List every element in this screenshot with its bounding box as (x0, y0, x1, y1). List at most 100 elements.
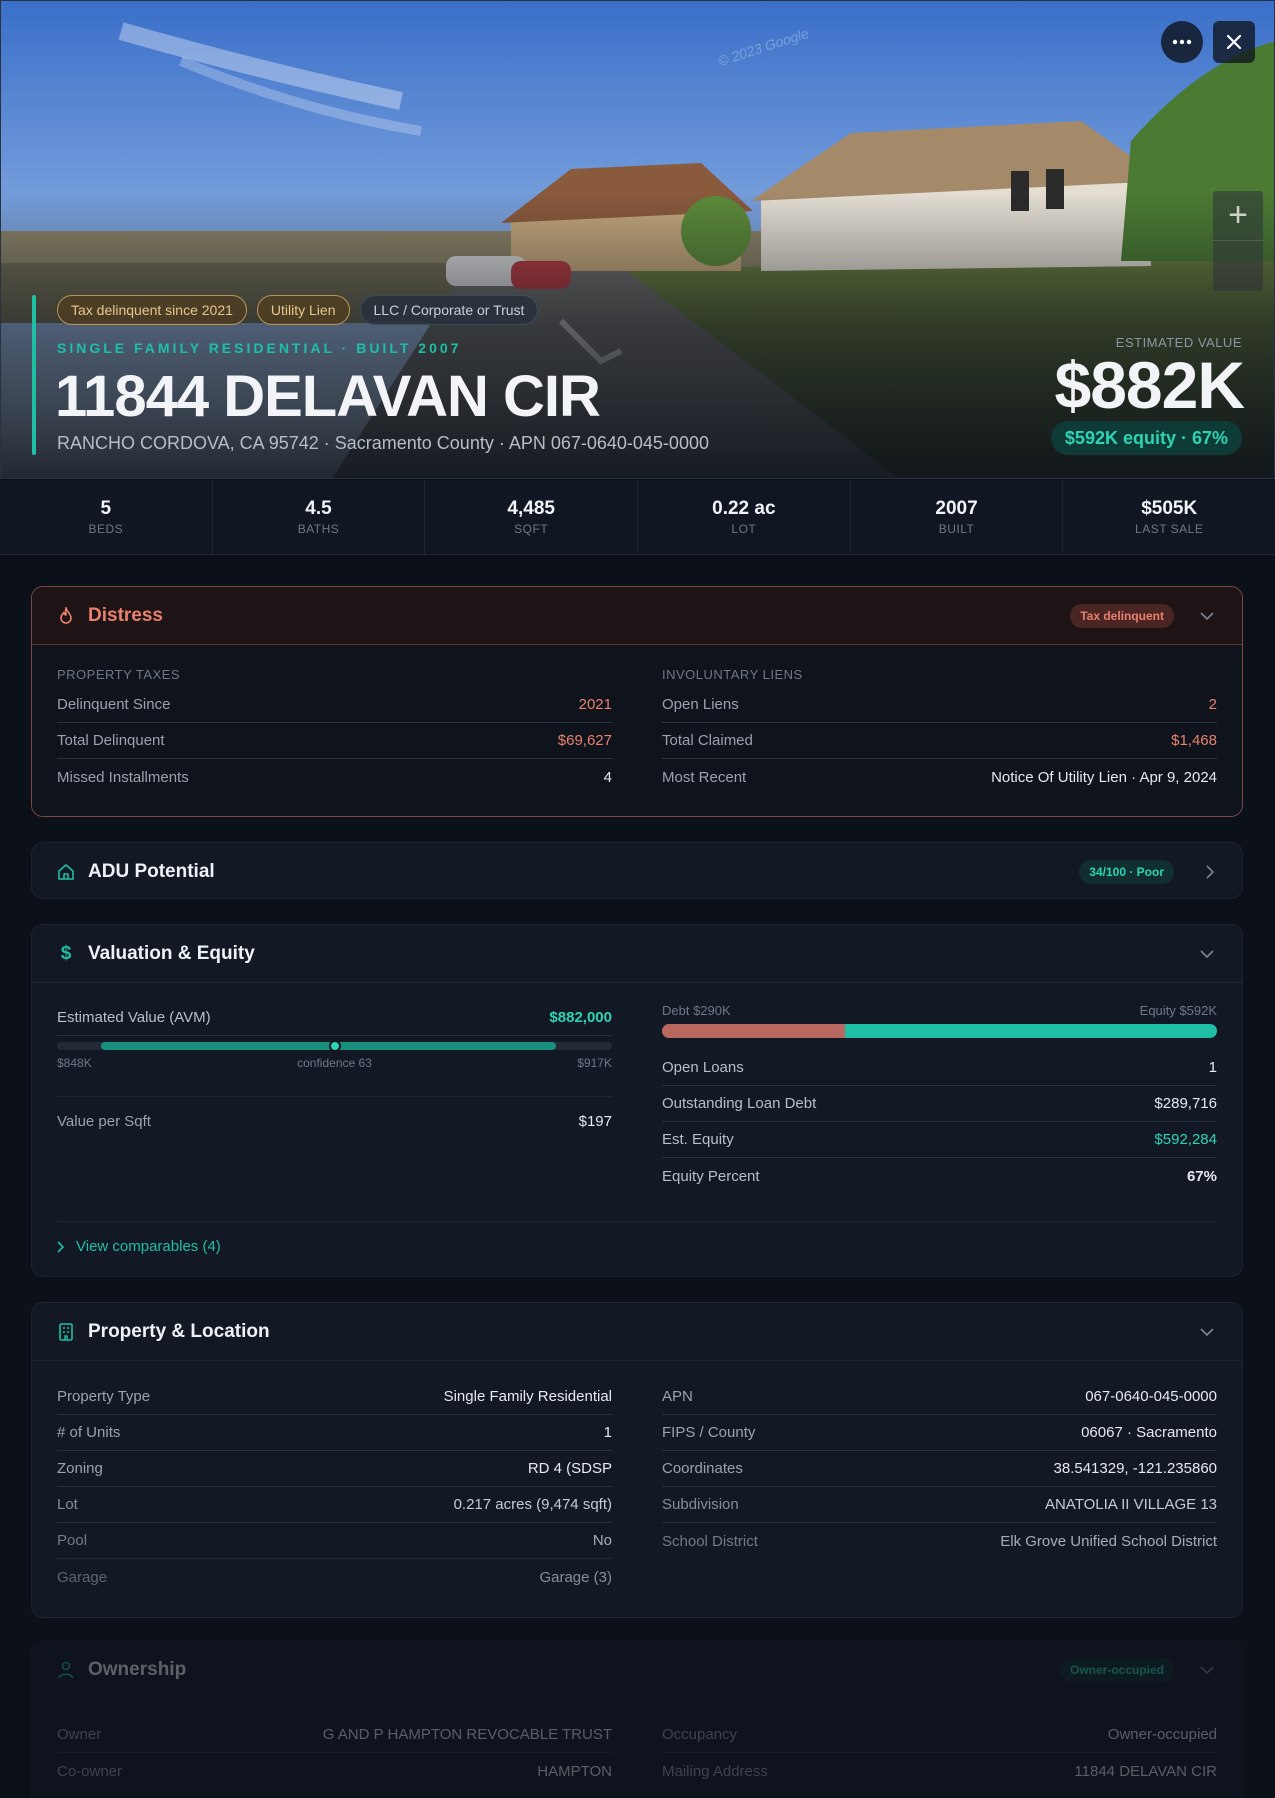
property-body: Property Type Single Family Residential #… (32, 1360, 1242, 1617)
table-row: Equity Percent 67% (662, 1158, 1217, 1194)
row-label: Pool (57, 1532, 88, 1549)
valuation-header[interactable]: $ Valuation & Equity (32, 925, 1242, 982)
house-icon (56, 862, 76, 882)
property-header[interactable]: Property & Location (32, 1303, 1242, 1360)
hero-accent-bar (32, 295, 36, 455)
row-value: $197 (578, 1113, 612, 1130)
table-row: Delinquent Since 2021 (57, 687, 612, 723)
close-button[interactable] (1213, 21, 1255, 63)
distress-body: PROPERTY TAXES Delinquent Since 2021 Tota… (32, 644, 1242, 816)
table-row: # of Units 1 (57, 1415, 612, 1451)
chevron-down-icon[interactable] (1200, 925, 1214, 982)
section-label: INVOLUNTARY LIENS (662, 667, 803, 682)
row-label: Owner (57, 1726, 102, 1743)
row-value: Garage (3) (539, 1568, 612, 1586)
table-row: Lot 0.217 acres (9,474 sqft) (57, 1487, 612, 1523)
row-label: Delinquent Since (57, 696, 171, 713)
row-value: Notice Of Utility Lien · Apr 9, 2024 (991, 768, 1217, 786)
table-row: Subdivision ANATOLIA II VILLAGE 13 (662, 1487, 1217, 1523)
value-per-sqft-row: Value per Sqft $197 (57, 1096, 612, 1130)
stat-lot: 0.22 ac LOT (638, 480, 851, 554)
row-label: Open Liens (662, 696, 739, 713)
stat-value: 4.5 (305, 498, 332, 519)
row-label: Open Loans (662, 1059, 744, 1076)
stat-label: BATHS (297, 522, 340, 536)
chevron-right-icon[interactable] (1206, 843, 1214, 898)
row-label: Missed Installments (57, 768, 189, 786)
row-value: 11844 DELAVAN CIR (1074, 1762, 1217, 1780)
table-row: Mailing Address 11844 DELAVAN CIR (662, 1753, 1217, 1789)
plus-icon: + (1228, 196, 1248, 234)
stat-label: BUILT (938, 522, 975, 536)
avm-marker (328, 1040, 341, 1052)
ownership-right: Occupancy Owner-occupied Mailing Address 1… (662, 1717, 1217, 1789)
table-row: Coordinates 38.541329, -121.235860 (662, 1451, 1217, 1487)
row-label: Co-owner (57, 1762, 123, 1780)
zoom-out-button[interactable] (1213, 241, 1263, 291)
row-value: Single Family Residential (443, 1388, 612, 1405)
close-icon (1226, 34, 1242, 50)
estimated-value: $882K (1054, 348, 1245, 422)
ownership-title: Ownership (88, 1658, 187, 1680)
ownership-card: Ownership Owner-occupied Owner G AND P HA… (31, 1640, 1243, 1798)
ownership-header[interactable]: Ownership Owner-occupied (32, 1641, 1242, 1698)
row-label: Total Claimed (662, 732, 753, 749)
debt-equity-labels: Debt $290K Equity $592K (662, 1003, 1217, 1018)
zoom-in-button[interactable]: + (1213, 191, 1263, 241)
stat-value: 4,485 (507, 498, 555, 519)
table-row: Garage Garage (3) (57, 1559, 612, 1595)
table-row: Owner G AND P HAMPTON REVOCABLE TRUST (57, 1717, 612, 1753)
row-value: Owner-occupied (1107, 1726, 1217, 1743)
more-options-button[interactable] (1161, 21, 1203, 63)
adu-potential-card[interactable]: ADU Potential 34/100 · Poor (31, 842, 1243, 899)
row-value: 67% (1186, 1167, 1217, 1185)
property-location-card: Property & Location Property Type Single … (31, 1302, 1243, 1618)
property-title: Property & Location (88, 1320, 270, 1342)
row-label: Occupancy (662, 1726, 738, 1743)
table-row: Occupancy Owner-occupied (662, 1717, 1217, 1753)
table-row: Est. Equity $592,284 (662, 1122, 1217, 1158)
building-icon (56, 1322, 76, 1342)
row-value: $69,627 (557, 732, 612, 749)
distress-title: Distress (88, 604, 163, 626)
stat-beds: 5 BEDS (0, 480, 213, 554)
row-value: 1 (1208, 1059, 1217, 1076)
row-value: $289,716 (1154, 1095, 1217, 1112)
chevron-down-icon[interactable] (1200, 1641, 1214, 1698)
valuation-title: Valuation & Equity (88, 942, 255, 964)
property-taxes-section: PROPERTY TAXES Delinquent Since 2021 Tota… (57, 667, 612, 795)
table-row: Pool No (57, 1523, 612, 1559)
table-row: Missed Installments 4 (57, 759, 612, 795)
adu-header[interactable]: ADU Potential 34/100 · Poor (32, 843, 1242, 898)
avm-confidence: confidence 63 (297, 1056, 372, 1070)
table-row: FIPS / County 06067 · Sacramento (662, 1415, 1217, 1451)
row-label: Subdivision (662, 1496, 739, 1513)
section-label: PROPERTY TAXES (57, 667, 181, 682)
distress-header[interactable]: Distress Tax delinquent (32, 587, 1242, 644)
table-row: APN 067-0640-045-0000 (662, 1379, 1217, 1415)
row-value: 06067 · Sacramento (1081, 1424, 1217, 1441)
table-row: Total Delinquent $69,627 (57, 723, 612, 759)
occupancy-badge: Owner-occupied (1059, 1658, 1174, 1682)
property-subtitle: SINGLE FAMILY RESIDENTIAL · BUILT 2007 (57, 340, 462, 356)
chevron-right-icon (57, 1240, 64, 1253)
row-label: Est. Equity (662, 1131, 734, 1148)
table-row: School District Elk Grove Unified School … (662, 1523, 1217, 1559)
stat-built: 2007 BUILT (851, 480, 1064, 554)
property-details-right: APN 067-0640-045-0000 FIPS / County 06067 … (662, 1379, 1217, 1559)
row-value: 067-0640-045-0000 (1085, 1388, 1217, 1405)
row-label: Mailing Address (662, 1762, 768, 1780)
equity-pill: $592K equity · 67% (1050, 421, 1242, 455)
property-location: RANCHO CORDOVA, CA 95742 · Sacramento Co… (57, 433, 709, 453)
ownership-body: Owner G AND P HAMPTON REVOCABLE TRUST Co-… (32, 1698, 1242, 1798)
chevron-down-icon[interactable] (1200, 587, 1214, 644)
row-label: Most Recent (662, 768, 747, 786)
stat-label: SQFT (514, 522, 549, 536)
table-row: Outstanding Loan Debt $289,716 (662, 1086, 1217, 1122)
chevron-down-icon[interactable] (1200, 1303, 1214, 1360)
view-comparables-link[interactable]: View comparables (4) (57, 1221, 1217, 1255)
stat-label: LOT (731, 522, 757, 536)
row-label: # of Units (57, 1424, 121, 1441)
user-icon (56, 1660, 76, 1680)
debt-segment (662, 1024, 846, 1038)
